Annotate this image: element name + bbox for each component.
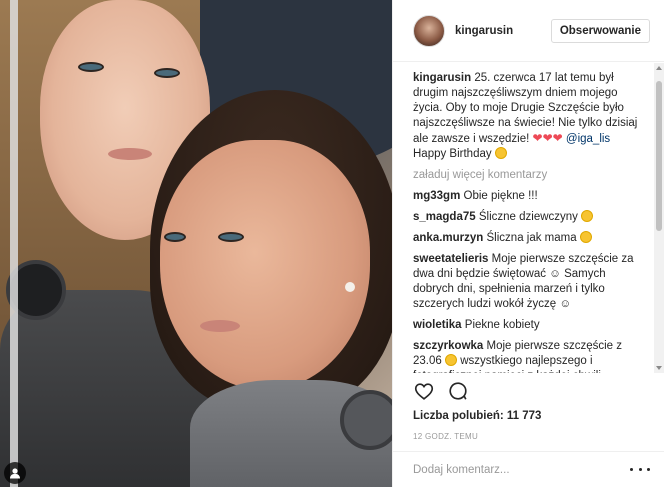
caption-username[interactable]: kingarusin — [413, 72, 471, 84]
earring — [345, 282, 355, 292]
comment-username[interactable]: wioletika — [413, 319, 462, 331]
likes-count[interactable]: Liczba polubień: 11 773 — [413, 410, 541, 422]
comment-item: sweetatelieris Moje pierwsze szczęście z… — [413, 252, 644, 312]
post-photo[interactable] — [0, 0, 392, 487]
eye — [78, 62, 104, 72]
comment-item: anka.murzyn Śliczna jak mama — [413, 231, 644, 246]
comment-item: mg33gm Obie piękne !!! — [413, 189, 644, 204]
scrollbar-thumb[interactable] — [656, 81, 662, 231]
user-tag-icon[interactable] — [4, 462, 26, 484]
heart-icon[interactable] — [413, 380, 435, 402]
mention-link[interactable]: @iga_lis — [566, 133, 610, 145]
comment-icon[interactable] — [447, 380, 469, 402]
comment-text: Śliczne dziewczyny — [478, 211, 578, 223]
timestamp[interactable]: 12 GODZ. TEMU — [413, 432, 478, 441]
lips — [200, 320, 240, 332]
comment-username[interactable]: anka.murzyn — [413, 232, 483, 244]
comment-username[interactable]: s_magda75 — [413, 211, 476, 223]
username[interactable]: kingarusin — [455, 25, 551, 37]
comment-item: szczyrkowka Moje pierwsze szczęście z 23… — [413, 339, 644, 373]
comments-scrollbar[interactable] — [654, 63, 664, 373]
eye — [218, 232, 244, 242]
eye — [164, 232, 186, 242]
umbrella-pole — [10, 0, 18, 487]
comment-username[interactable]: sweetatelieris — [413, 253, 488, 265]
smile-emoji — [579, 231, 592, 243]
lips — [108, 148, 152, 160]
person-icon — [10, 468, 20, 479]
comment-text: Piekne kobiety — [464, 319, 540, 331]
eye — [154, 68, 180, 78]
comment-text: Obie piękne !!! — [463, 190, 538, 202]
comment-item: s_magda75 Śliczne dziewczyny — [413, 210, 644, 225]
avatar[interactable] — [413, 14, 445, 47]
caption: kingarusin 25. czerwca 17 lat temu był d… — [413, 71, 644, 162]
comment-text: Śliczna jak mama — [486, 232, 577, 244]
post-header: kingarusin Obserwowanie — [393, 0, 664, 62]
comment-username[interactable]: mg33gm — [413, 190, 460, 202]
action-bar — [413, 380, 469, 402]
load-more-comments[interactable]: załaduj więcej komentarzy — [413, 168, 644, 183]
comment-text-cont: wszystkiego najlepszego i fotograficznej… — [413, 355, 601, 373]
comment-username[interactable]: szczyrkowka — [413, 340, 483, 352]
heart-emoji: ❤❤❤ — [532, 131, 563, 145]
caption-end: Happy Birthday — [413, 148, 492, 160]
post-sidebar: kingarusin Obserwowanie kingarusin 25. c… — [392, 0, 664, 487]
comment-item: wioletika Piekne kobiety — [413, 318, 644, 333]
scroll-up-icon[interactable] — [656, 66, 662, 70]
more-icon[interactable] — [630, 463, 650, 477]
comments-list: kingarusin 25. czerwca 17 lat temu był d… — [393, 63, 654, 373]
smile-emoji — [444, 354, 457, 366]
headphones-right — [340, 390, 392, 450]
follow-button[interactable]: Obserwowanie — [550, 18, 650, 43]
add-comment-bar — [393, 451, 664, 487]
face-right — [160, 140, 370, 390]
scroll-down-icon[interactable] — [656, 366, 662, 370]
smile-emoji — [494, 147, 507, 159]
smile-emoji — [581, 210, 594, 222]
comment-input[interactable] — [413, 463, 630, 476]
